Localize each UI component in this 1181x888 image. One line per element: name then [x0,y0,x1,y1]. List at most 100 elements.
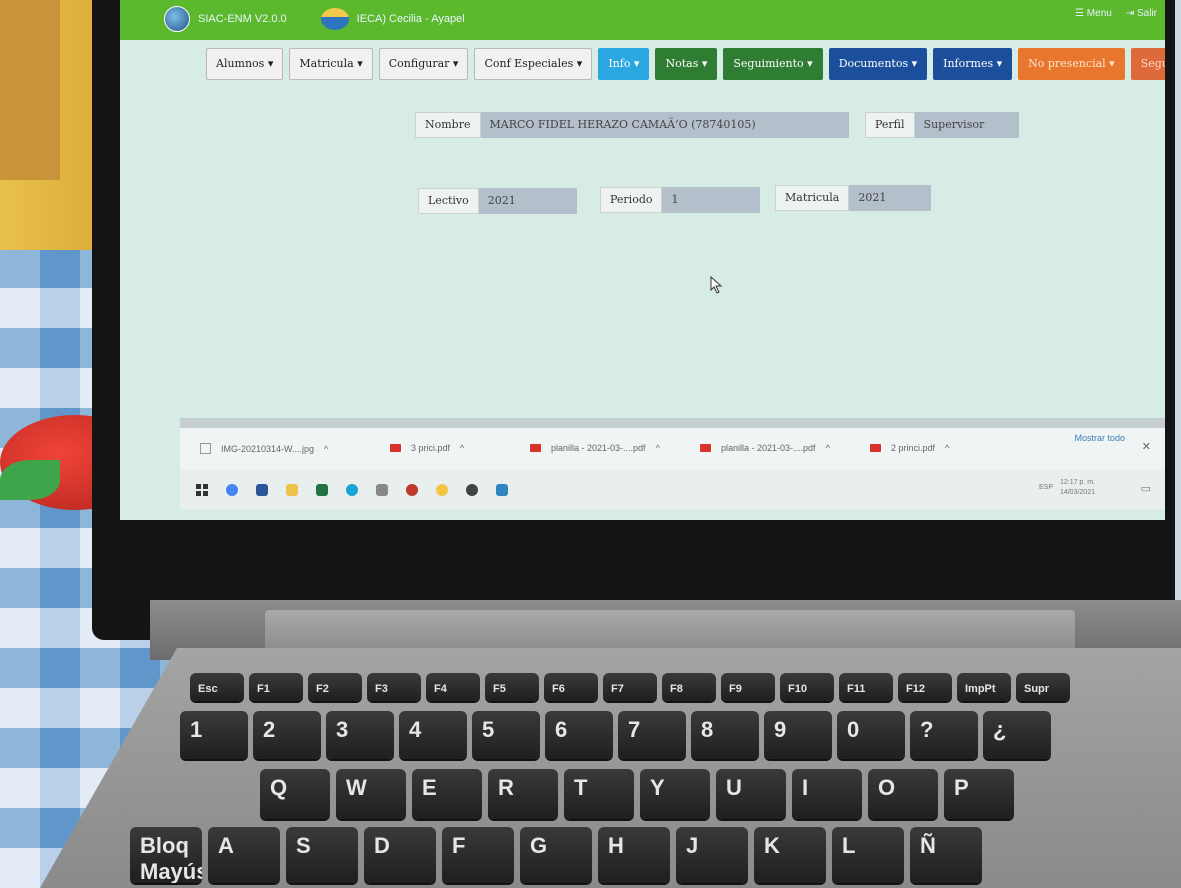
key-o[interactable]: O [868,769,938,819]
key-u[interactable]: U [716,769,786,819]
key-f9[interactable]: F9 [721,673,775,701]
word-icon[interactable] [256,484,268,496]
key-r[interactable]: R [488,769,558,819]
key-4[interactable]: 4 [399,711,467,759]
key-j[interactable]: J [676,827,748,883]
language-indicator[interactable]: ESP [1039,484,1053,491]
menu-documentos[interactable]: Documentos ▾ [828,48,928,80]
menu-alumnos[interactable]: Alumnos ▾ [206,48,284,80]
chevron-up-icon[interactable]: ^ [460,443,464,453]
key-6[interactable]: 6 [545,711,613,759]
menu-seguimiento[interactable]: Seguimiento ▾ [723,48,823,80]
taskbar-clock[interactable]: 12:17 p. m. 14/03/2021 [1060,478,1095,498]
close-icon[interactable]: ✕ [1142,440,1151,453]
key-f11[interactable]: F11 [839,673,893,701]
key-f1[interactable]: F1 [249,673,303,701]
key-h[interactable]: H [598,827,670,883]
download-item[interactable]: planilla - 2021-03-....pdf ^ [530,443,660,453]
key-a[interactable]: A [208,827,280,883]
chevron-up-icon[interactable]: ^ [945,443,949,453]
menu-matricula[interactable]: Matricula ▾ [289,48,373,80]
pin-icon[interactable] [376,484,388,496]
download-item[interactable]: IMG-20210314-W....jpg ^ [200,443,328,454]
app-name[interactable]: SIAC-ENM V2.0.0 [198,13,287,25]
key-w[interactable]: W [336,769,406,819]
key-ñ[interactable]: Ñ [910,827,982,883]
edge-icon[interactable] [346,484,358,496]
download-item[interactable]: planilla - 2021-03-....pdf ^ [700,443,830,453]
key-s[interactable]: S [286,827,358,883]
matricula-value: 2021 [849,185,932,211]
key-p[interactable]: P [944,769,1014,819]
key-imppt[interactable]: ImpPt [957,673,1011,701]
key-supr[interactable]: Supr [1016,673,1070,701]
menu-label: Seguridad [1140,57,1165,70]
key-f6[interactable]: F6 [544,673,598,701]
key-0[interactable]: 0 [837,711,905,759]
key-f7[interactable]: F7 [603,673,657,701]
key-i[interactable]: I [792,769,862,819]
excel-icon[interactable] [316,484,328,496]
key-d[interactable]: D [364,827,436,883]
key-label: F10 [788,683,807,695]
key-l[interactable]: L [832,827,904,883]
key-bloq-mayús[interactable]: Bloq Mayús [130,827,202,883]
download-item[interactable]: 3 prici.pdf ^ [390,443,464,453]
key-label: F5 [493,683,506,695]
key-f[interactable]: F [442,827,514,883]
key-q[interactable]: Q [260,769,330,819]
key-1[interactable]: 1 [180,711,248,759]
app-yellow-icon[interactable] [436,484,448,496]
menu-seguridad[interactable]: Seguridad ▾ [1130,48,1165,80]
key-3[interactable]: 3 [326,711,394,759]
key-?[interactable]: ? [910,711,978,759]
key-5[interactable]: 5 [472,711,540,759]
chevron-up-icon[interactable]: ^ [656,443,660,453]
key-f5[interactable]: F5 [485,673,539,701]
file-explorer-icon[interactable] [286,484,298,496]
key-y[interactable]: Y [640,769,710,819]
key-8[interactable]: 8 [691,711,759,759]
download-item[interactable]: 2 princi.pdf ^ [870,443,949,453]
logout-link[interactable]: ⇥ Salir [1126,8,1157,19]
key-label: ? [920,717,934,742]
show-all-link[interactable]: Mostrar todo [1074,433,1125,443]
key-9[interactable]: 9 [764,711,832,759]
menu-informes[interactable]: Informes ▾ [933,48,1013,80]
app-red-icon[interactable] [406,484,418,496]
key-esc[interactable]: Esc [190,673,244,701]
chevron-up-icon[interactable]: ^ [826,443,830,453]
key-¿[interactable]: ¿ [983,711,1051,759]
key-label: W [346,775,367,800]
key-e[interactable]: E [412,769,482,819]
download-filename: planilla - 2021-03-....pdf [551,443,646,453]
key-f4[interactable]: F4 [426,673,480,701]
key-f12[interactable]: F12 [898,673,952,701]
key-f2[interactable]: F2 [308,673,362,701]
key-k[interactable]: K [754,827,826,883]
key-label: F9 [729,683,742,695]
menu-no-presencial[interactable]: No presencial ▾ [1018,48,1125,80]
key-7[interactable]: 7 [618,711,686,759]
matricula-label: Matricula [775,185,850,211]
key-f3[interactable]: F3 [367,673,421,701]
chevron-up-icon[interactable]: ^ [324,444,328,454]
menu-conf-especiales[interactable]: Conf Especiales ▾ [474,48,593,80]
chevron-down-icon: ▾ [630,57,640,70]
key-g[interactable]: G [520,827,592,883]
menu-info[interactable]: Info ▾ [598,48,650,80]
notifications-icon[interactable]: ▭ [1141,482,1151,495]
menu-notas[interactable]: Notas ▾ [655,48,718,80]
photos-icon[interactable] [496,484,508,496]
menu-link[interactable]: ☰ Menu [1075,8,1112,19]
nombre-label: Nombre [415,112,481,138]
windows-start-icon[interactable] [196,484,208,496]
chrome-icon[interactable] [226,484,238,496]
menu-configurar[interactable]: Configurar ▾ [378,48,469,80]
obs-icon[interactable] [466,484,478,496]
key-f10[interactable]: F10 [780,673,834,701]
key-t[interactable]: T [564,769,634,819]
key-f8[interactable]: F8 [662,673,716,701]
horizontal-scrollbar[interactable] [180,418,1165,428]
key-2[interactable]: 2 [253,711,321,759]
